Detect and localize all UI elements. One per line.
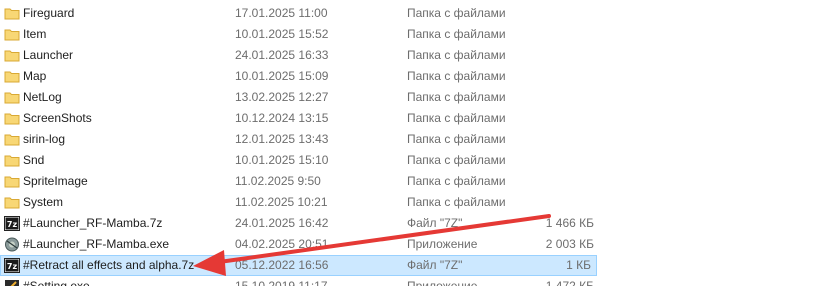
file-row-launcher[interactable]: Launcher 24.01.2025 16:33 Папка с файлам…: [0, 45, 600, 66]
file-row-netlog[interactable]: NetLog 13.02.2025 12:27 Папка с файлами: [0, 87, 600, 108]
file-row-launcher-exe[interactable]: #Launcher_RF-Mamba.exe 04.02.2025 20:51 …: [0, 234, 600, 255]
file-date: 10.01.2025 15:52: [235, 27, 329, 41]
file-name: SpriteImage: [23, 174, 88, 188]
file-row-setting-exe[interactable]: #Setting.exe 15.10.2019 11:17 Приложение…: [0, 276, 600, 286]
file-name: Map: [23, 69, 47, 83]
folder-icon: [4, 71, 20, 83]
file-date: 12.01.2025 13:43: [235, 132, 329, 146]
file-date: 10.12.2024 13:15: [235, 111, 329, 125]
file-type: Папка с файлами: [407, 90, 506, 104]
file-row-snd[interactable]: Snd 10.01.2025 15:10 Папка с файлами: [0, 150, 600, 171]
file-date: 13.02.2025 12:27: [235, 90, 329, 104]
file-name: #Setting.exe: [23, 279, 90, 286]
file-row-item[interactable]: Item 10.01.2025 15:52 Папка с файлами: [0, 24, 600, 45]
file-type: Папка с файлами: [407, 174, 506, 188]
file-date: 04.02.2025 20:51: [235, 237, 329, 251]
file-row-system[interactable]: System 11.02.2025 10:21 Папка с файлами: [0, 192, 600, 213]
file-type: Папка с файлами: [407, 69, 506, 83]
7z-archive-icon: 7z: [4, 258, 20, 273]
folder-icon: [4, 176, 20, 188]
file-name: #Launcher_RF-Mamba.exe: [23, 237, 170, 251]
file-type: Папка с файлами: [407, 6, 506, 20]
file-size: 1 КБ: [566, 258, 591, 272]
file-row-fireguard[interactable]: Fireguard 17.01.2025 11:00 Папка с файла…: [0, 3, 600, 24]
file-type: Файл "7Z": [407, 216, 463, 230]
file-date: 17.01.2025 11:00: [235, 6, 328, 20]
folder-icon: [4, 92, 20, 104]
folder-icon: [4, 50, 20, 62]
file-date: 15.10.2019 11:17: [235, 279, 328, 286]
file-row-screenshots[interactable]: ScreenShots 10.12.2024 13:15 Папка с фай…: [0, 108, 600, 129]
file-name: NetLog: [23, 90, 62, 104]
folder-icon: [4, 8, 20, 20]
file-type: Приложение: [407, 237, 478, 251]
file-name: #Launcher_RF-Mamba.7z: [23, 216, 163, 230]
file-list: Fireguard 17.01.2025 11:00 Папка с файла…: [0, 3, 600, 286]
file-row-retract-7z[interactable]: 7z #Retract all effects and alpha.7z 05.…: [0, 255, 597, 276]
svg-text:7z: 7z: [7, 262, 18, 271]
file-date: 10.01.2025 15:10: [235, 153, 329, 167]
file-date: 24.01.2025 16:33: [235, 48, 329, 62]
folder-icon: [4, 155, 20, 167]
file-row-spriteimage[interactable]: SpriteImage 11.02.2025 9:50 Папка с файл…: [0, 171, 600, 192]
setting-app-icon: [5, 280, 19, 286]
7z-archive-icon: 7z: [4, 216, 20, 231]
file-name: Fireguard: [23, 6, 75, 20]
svg-text:7z: 7z: [7, 220, 18, 229]
file-type: Папка с файлами: [407, 48, 506, 62]
folder-icon: [4, 29, 20, 41]
file-date: 10.01.2025 15:09: [235, 69, 329, 83]
file-type: Приложение: [407, 279, 478, 286]
file-type: Папка с файлами: [407, 195, 506, 209]
file-date: 05.12.2022 16:56: [235, 258, 329, 272]
file-row-map[interactable]: Map 10.01.2025 15:09 Папка с файлами: [0, 66, 600, 87]
file-date: 24.01.2025 16:42: [235, 216, 329, 230]
file-type: Файл "7Z": [407, 258, 463, 272]
file-row-launcher-7z[interactable]: 7z #Launcher_RF-Mamba.7z 24.01.2025 16:4…: [0, 213, 600, 234]
file-date: 11.02.2025 10:21: [235, 195, 328, 209]
file-type: Папка с файлами: [407, 153, 506, 167]
folder-icon: [4, 113, 20, 125]
exe-app-icon: [5, 237, 19, 252]
file-type: Папка с файлами: [407, 132, 506, 146]
folder-icon: [4, 197, 20, 209]
file-row-sirin-log[interactable]: sirin-log 12.01.2025 13:43 Папка с файла…: [0, 129, 600, 150]
file-name: #Retract all effects and alpha.7z: [23, 258, 195, 272]
file-name: Launcher: [23, 48, 74, 62]
file-name: System: [23, 195, 64, 209]
file-date: 11.02.2025 9:50: [235, 174, 321, 188]
file-name: Snd: [23, 153, 45, 167]
file-name: sirin-log: [23, 132, 66, 146]
file-size: 2 003 КБ: [545, 237, 594, 251]
folder-icon: [4, 134, 20, 146]
file-name: ScreenShots: [23, 111, 92, 125]
file-type: Папка с файлами: [407, 27, 506, 41]
file-name: Item: [23, 27, 47, 41]
file-type: Папка с файлами: [407, 111, 506, 125]
file-size: 1 466 КБ: [545, 216, 594, 230]
file-size: 1 472 КБ: [545, 279, 594, 286]
